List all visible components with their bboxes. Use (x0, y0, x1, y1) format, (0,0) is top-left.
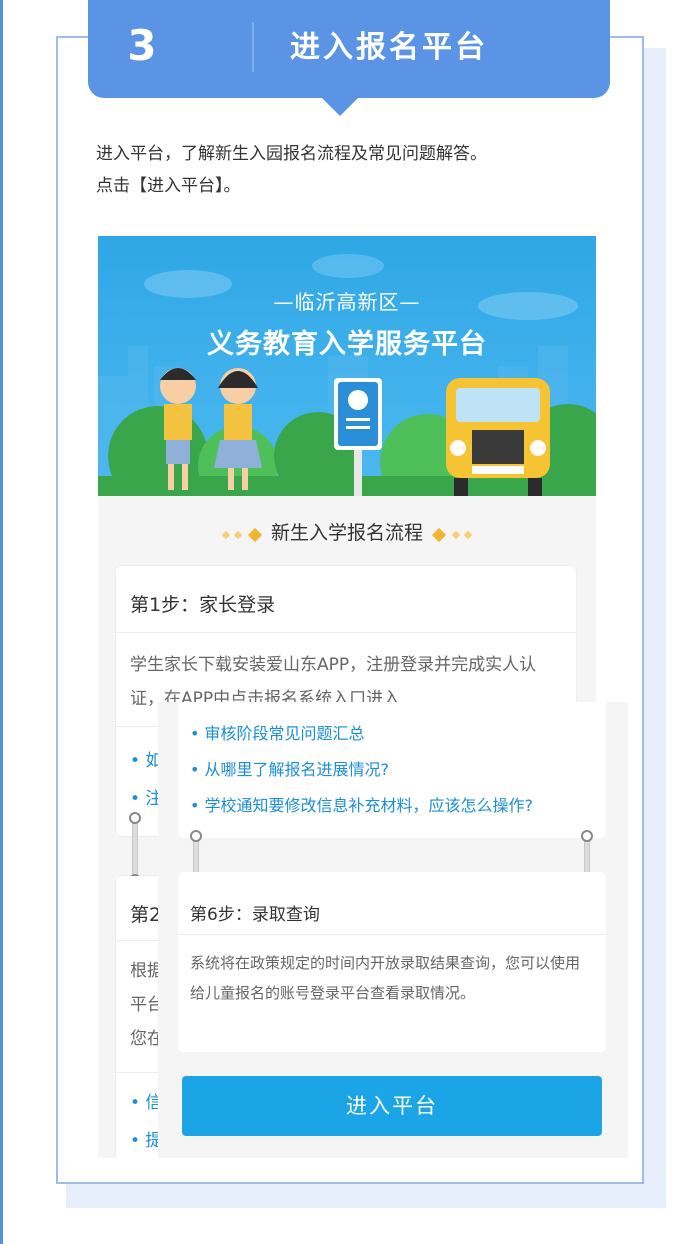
faq-panel: • 审核阶段常见问题汇总 • 从哪里了解报名进展情况? • 学校通知要修改信息补… (178, 702, 606, 838)
overlay-screenshot: • 审核阶段常见问题汇总 • 从哪里了解报名进展情况? • 学校通知要修改信息补… (158, 702, 628, 1158)
step6-body: 系统将在政策规定的时间内开放录取结果查询，您可以使用给儿童报名的账号登录平台查看… (190, 954, 581, 1002)
banner-title: 义务教育入学服务平台 (207, 329, 487, 360)
decor-diamond-icon (432, 527, 447, 542)
header-pointer (320, 96, 360, 116)
step6-panel: 第6步：录取查询 系统将在政策规定的时间内开放录取结果查询，您可以使用给儿童报名… (178, 872, 606, 1052)
decor-dot-icon (233, 530, 243, 539)
faq-link-1[interactable]: • 审核阶段常见问题汇总 (190, 720, 365, 744)
banner-subtitle: —临沂高新区— (273, 290, 421, 314)
section-title: 进入报名平台 (290, 30, 488, 65)
hook-icon (581, 830, 593, 842)
step6-title: 第6步：录取查询 (190, 905, 320, 925)
hook-icon (129, 812, 141, 824)
decor-diamond-icon (247, 527, 262, 542)
flow-heading-row: 新生入学报名流程 (98, 518, 596, 545)
intro-text: 进入平台，了解新生入园报名流程及常见问题解答。 点击【进入平台】。 (96, 138, 616, 202)
divider (116, 632, 576, 633)
divider (178, 934, 606, 935)
step2-title: 第2 (130, 904, 162, 926)
faq-link-2[interactable]: • 从哪里了解报名进展情况? (190, 756, 389, 780)
enter-platform-button[interactable]: 进入平台 (182, 1076, 602, 1136)
faq-link-3[interactable]: • 学校通知要修改信息补充材料，应该怎么操作? (190, 792, 533, 816)
decor-dot-icon (451, 530, 461, 539)
flow-heading: 新生入学报名流程 (270, 522, 423, 544)
hook-icon (190, 830, 202, 842)
left-edge-rule (0, 0, 3, 1244)
platform-banner: —临沂高新区— 义务教育入学服务平台 (98, 236, 596, 496)
header-divider (252, 22, 254, 72)
intro-line-2: 点击【进入平台】。 (96, 176, 241, 196)
intro-line-1: 进入平台，了解新生入园报名流程及常见问题解答。 (96, 144, 487, 164)
hanging-wire (132, 820, 138, 876)
decor-dot-icon (463, 530, 473, 539)
step-number: 3 (127, 21, 157, 70)
banner-illustration (98, 254, 596, 496)
step1-title: 第1步：家长登录 (130, 594, 276, 616)
decor-dot-icon (221, 530, 231, 539)
